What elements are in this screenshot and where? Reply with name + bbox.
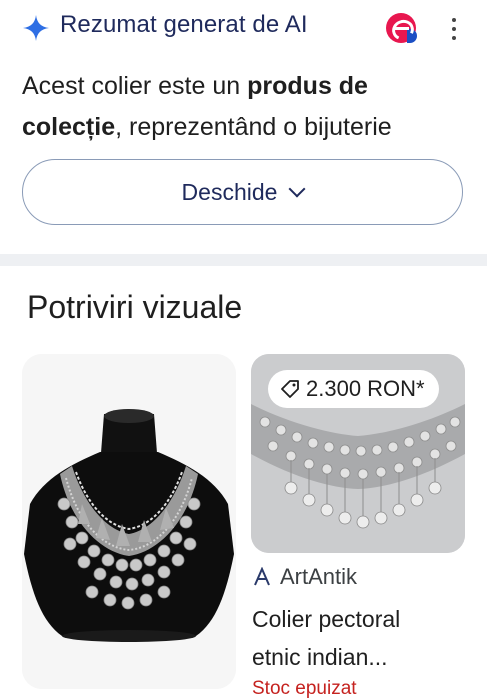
price-badge: 2.300 RON* xyxy=(268,370,439,408)
source-site[interactable]: ArtAntik xyxy=(252,563,357,591)
ai-overview-title: Rezumat generat de AI xyxy=(60,11,308,38)
site-logo-icon[interactable] xyxy=(386,13,417,44)
visual-match-card[interactable] xyxy=(22,354,236,689)
price-text: 2.300 RON* xyxy=(306,376,425,401)
visual-matches-title: Potriviri vizuale xyxy=(27,289,243,325)
open-button-label: Deschide xyxy=(181,178,278,205)
necklace-bust-image xyxy=(22,354,236,689)
ai-summary-text: Acest colier este un produs de colecție,… xyxy=(22,66,472,146)
summary-text-part: , reprezentând o bijuterie xyxy=(115,113,392,141)
sparkle-icon xyxy=(23,15,49,41)
summary-text-part: Acest colier este un xyxy=(22,72,248,100)
more-vert-icon[interactable] xyxy=(443,16,465,42)
source-name: ArtAntik xyxy=(280,564,358,589)
visual-match-card-image[interactable]: 2.300 RON* xyxy=(251,354,465,553)
section-divider xyxy=(0,254,487,266)
chevron-down-icon xyxy=(288,180,306,198)
stock-status: Stoc epuizat xyxy=(252,678,357,699)
price-tag-icon xyxy=(281,380,299,398)
open-overview-button[interactable]: Deschide xyxy=(22,159,463,225)
ai-overview-header: Rezumat generat de AI xyxy=(0,0,487,56)
product-title-link[interactable]: Colier pectoral etnic indian... xyxy=(252,600,477,676)
product-title-line: etnic indian... xyxy=(252,644,388,670)
product-title-line: Colier pectoral xyxy=(252,606,401,632)
artantik-logo-icon xyxy=(254,567,270,586)
